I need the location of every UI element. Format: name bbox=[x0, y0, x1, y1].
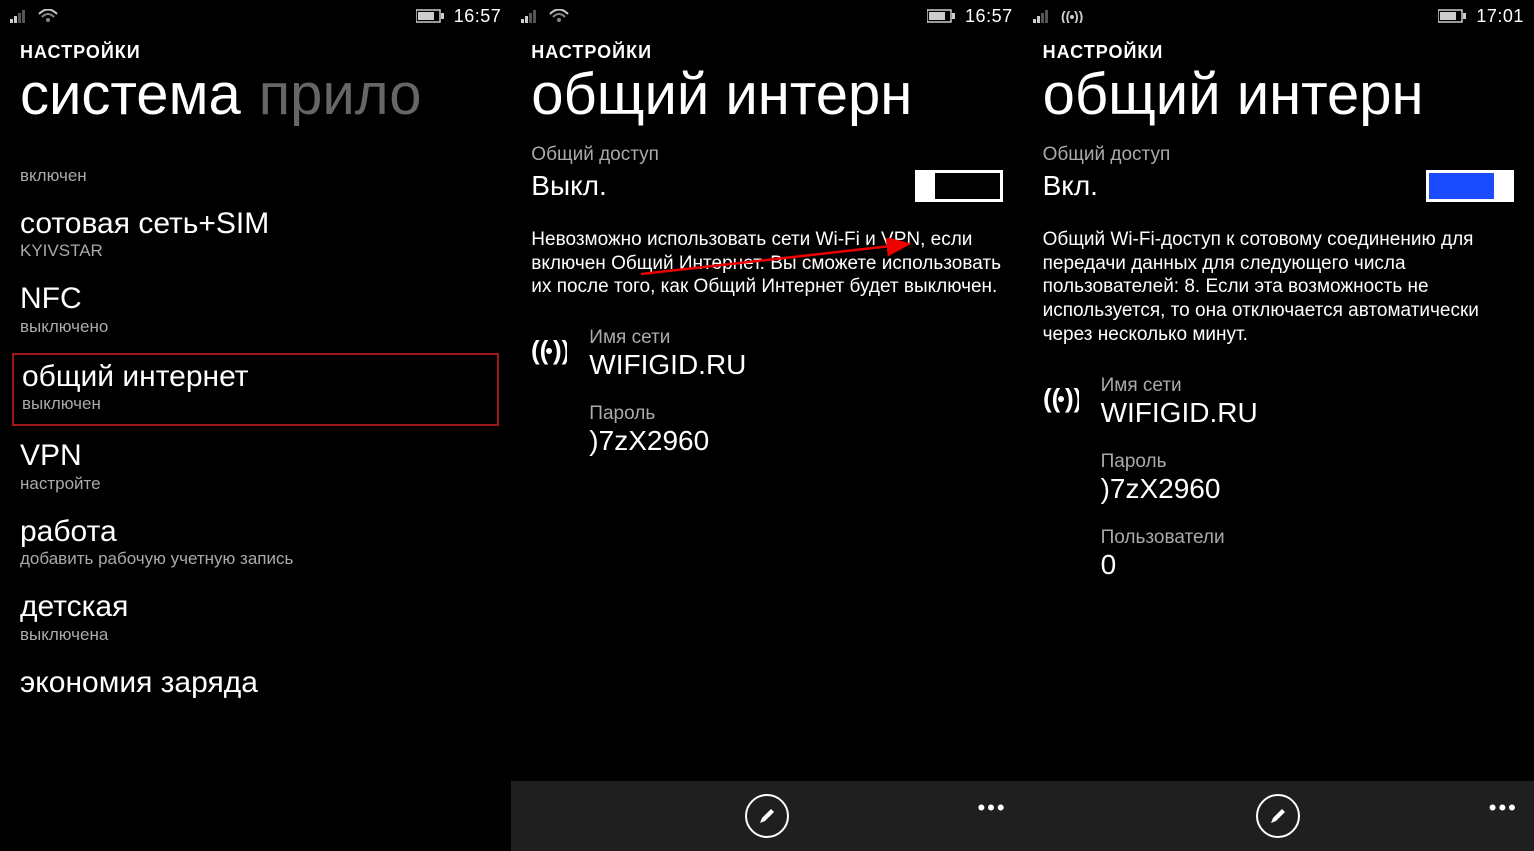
users-value: 0 bbox=[1101, 549, 1514, 581]
network-name-row[interactable]: (()) Имя сети WIFIGID.RU bbox=[1043, 375, 1514, 429]
broadcast-icon: (()) bbox=[531, 327, 571, 365]
list-item-bluetooth[interactable]: Bluetooth включен bbox=[20, 148, 491, 198]
page-title: общий интерн bbox=[531, 65, 1002, 126]
list-item-workplace[interactable]: работа добавить рабочую учетную запись bbox=[20, 506, 491, 582]
sharing-label: Общий доступ bbox=[1043, 144, 1514, 166]
svg-text:)): )) bbox=[1065, 385, 1079, 413]
edit-button[interactable] bbox=[745, 794, 789, 838]
internet-sharing-off-panel: 16:57 НАСТРОЙКИ общий интерн Общий досту… bbox=[511, 0, 1022, 851]
password-value: )7zX2960 bbox=[589, 425, 1002, 457]
users-label: Пользователи bbox=[1101, 527, 1514, 549]
internet-sharing-on-panel: (()) 17:01 НАСТРОЙКИ общий интерн Общий … bbox=[1023, 0, 1534, 851]
battery-icon bbox=[1438, 9, 1466, 23]
list-item-vpn[interactable]: VPN настройте bbox=[20, 430, 491, 506]
password-row[interactable]: Пароль )7zX2960 bbox=[589, 403, 1002, 457]
sharing-state: Выкл. bbox=[531, 170, 606, 202]
breadcrumb: НАСТРОЙКИ bbox=[1043, 42, 1514, 63]
list-item-kids-corner[interactable]: детская выключена bbox=[20, 581, 491, 657]
list-item-internet-sharing[interactable]: общий интернет выключен bbox=[12, 353, 499, 427]
svg-text:((: (( bbox=[1061, 9, 1071, 23]
broadcast-icon: (()) bbox=[1043, 375, 1083, 413]
app-bar: ••• bbox=[1023, 781, 1534, 851]
status-bar: 16:57 bbox=[0, 0, 511, 28]
app-bar: ••• bbox=[511, 781, 1022, 851]
password-label: Пароль bbox=[589, 403, 1002, 425]
battery-icon bbox=[927, 9, 955, 23]
svg-text:)): )) bbox=[553, 337, 567, 365]
hotspot-status-icon: (()) bbox=[1061, 9, 1083, 23]
list-item-cellular-sim[interactable]: сотовая сеть+SIM KYIVSTAR bbox=[20, 198, 491, 274]
list-item-battery-saver[interactable]: экономия заряда bbox=[20, 657, 491, 711]
pencil-icon bbox=[1268, 806, 1288, 826]
more-button[interactable]: ••• bbox=[977, 795, 1006, 821]
status-bar: (()) 17:01 bbox=[1023, 0, 1534, 28]
battery-icon bbox=[416, 9, 444, 23]
password-row[interactable]: Пароль )7zX2960 bbox=[1101, 451, 1514, 505]
users-row: Пользователи 0 bbox=[1101, 527, 1514, 581]
sharing-toggle[interactable] bbox=[915, 170, 1003, 202]
pivot-next: прило bbox=[259, 65, 422, 126]
list-item-nfc[interactable]: NFC выключено bbox=[20, 273, 491, 349]
wifi-icon bbox=[549, 9, 569, 23]
network-name-label: Имя сети bbox=[1101, 375, 1258, 397]
pencil-icon bbox=[757, 806, 777, 826]
page-title: общий интерн bbox=[1043, 65, 1514, 126]
network-name-label: Имя сети bbox=[589, 327, 746, 349]
clock: 17:01 bbox=[1476, 6, 1524, 27]
breadcrumb: НАСТРОЙКИ bbox=[20, 42, 491, 63]
sharing-label: Общий доступ bbox=[531, 144, 1002, 166]
password-value: )7zX2960 bbox=[1101, 473, 1514, 505]
clock: 16:57 bbox=[454, 6, 502, 27]
cellular-signal-icon bbox=[10, 9, 28, 23]
wifi-icon bbox=[38, 9, 58, 23]
settings-list[interactable]: Bluetooth включен сотовая сеть+SIM KYIVS… bbox=[0, 148, 511, 711]
sharing-description: Общий Wi-Fi-доступ к сотовому соединению… bbox=[1043, 228, 1514, 347]
network-name-row[interactable]: (()) Имя сети WIFIGID.RU bbox=[531, 327, 1002, 381]
pivot-active: система bbox=[20, 65, 241, 126]
status-bar: 16:57 bbox=[511, 0, 1022, 28]
pivot-header[interactable]: система прило bbox=[20, 65, 491, 126]
clock: 16:57 bbox=[965, 6, 1013, 27]
sharing-toggle[interactable] bbox=[1426, 170, 1514, 202]
cellular-signal-icon bbox=[521, 9, 539, 23]
svg-text:)): )) bbox=[1074, 9, 1083, 23]
network-name-value: WIFIGID.RU bbox=[1101, 397, 1258, 429]
sharing-description: Невозможно использовать сети Wi-Fi и VPN… bbox=[531, 228, 1002, 299]
sharing-state: Вкл. bbox=[1043, 170, 1098, 202]
cellular-signal-icon bbox=[1033, 9, 1051, 23]
more-button[interactable]: ••• bbox=[1489, 795, 1518, 821]
network-name-value: WIFIGID.RU bbox=[589, 349, 746, 381]
edit-button[interactable] bbox=[1256, 794, 1300, 838]
settings-system-panel: 16:57 НАСТРОЙКИ система прило Bluetooth в… bbox=[0, 0, 511, 851]
password-label: Пароль bbox=[1101, 451, 1514, 473]
breadcrumb: НАСТРОЙКИ bbox=[531, 42, 1002, 63]
